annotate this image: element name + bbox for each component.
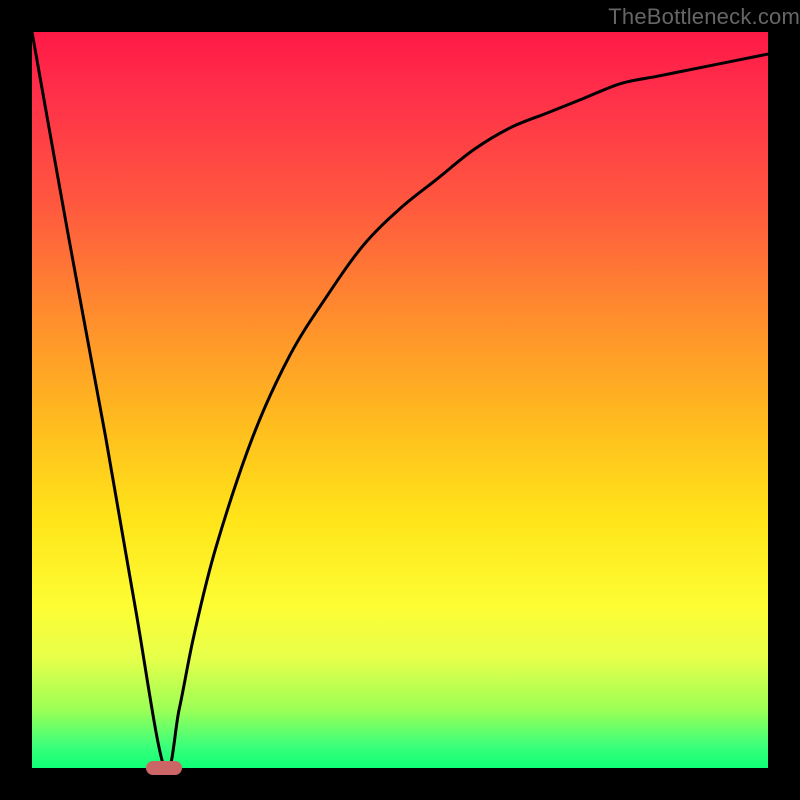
watermark-text: TheBottleneck.com (608, 4, 800, 30)
min-marker (146, 761, 182, 775)
chart-frame: TheBottleneck.com (0, 0, 800, 800)
bottleneck-curve (32, 32, 768, 768)
plot-area (32, 32, 768, 768)
